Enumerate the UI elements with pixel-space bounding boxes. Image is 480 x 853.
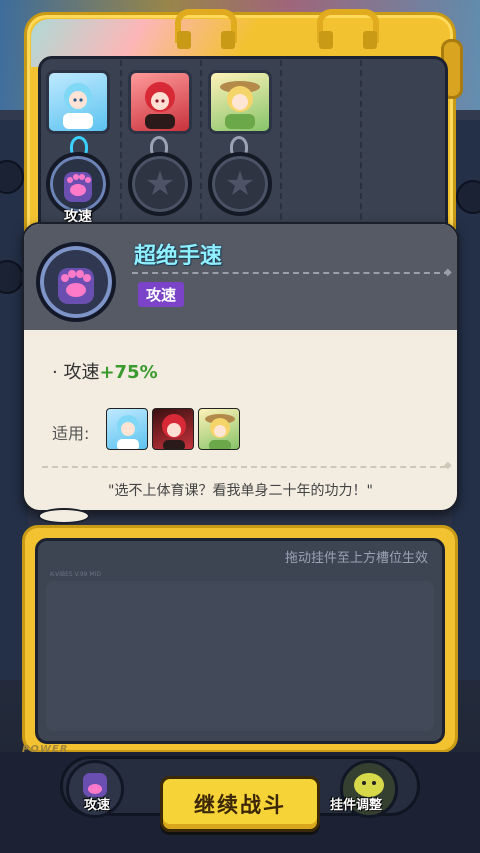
attack-speed-label: 攻速 [84,798,111,813]
divider [42,466,446,468]
divider-diamond-icon: ◆ [444,267,452,278]
charm-slot-3[interactable]: ★ [208,152,272,216]
blue-hair-girl-icon [106,408,148,450]
speech-bubble-tail [38,508,90,524]
divider-diamond-icon: ◆ [444,460,452,471]
charm-adjust-label: 挂件调整 [330,798,383,813]
red-hair-girl-icon[interactable] [128,70,192,134]
divider [132,272,450,274]
blonde-girl-icon [198,408,240,450]
star-icon: ★ [224,164,256,204]
storage-hint: 拖动挂件至上方槽位生效 [284,551,428,566]
popup-charm-icon [36,242,116,322]
blue-hair-girl-icon[interactable] [46,70,110,134]
charm-info-popup: 超绝手速 ◆ 攻速 · 攻速+75% 适用: ◆ "选不上体育课？看我单身二十年… [22,222,459,512]
continue-battle-button[interactable]: 继续战斗 [160,776,320,832]
stat-line: · 攻速+75% [52,358,158,384]
charm-storage-area[interactable]: 拖动挂件至上方槽位生效 K-VIBES V.99 MID [35,538,445,744]
stat-value: +75% [99,362,158,383]
stat-name: · 攻速 [52,362,100,383]
applies-icons [106,408,240,450]
blonde-girl-icon[interactable] [208,70,272,134]
bag-bottom-panel: 拖动挂件至上方槽位生效 K-VIBES V.99 MID [22,525,458,753]
popup-tag: 攻速 [138,282,185,307]
flavor-quote: "选不上体育课？看我单身二十年的功力！" [108,483,373,499]
cat-paw-icon [64,172,92,202]
background-button [0,160,24,194]
star-icon: ★ [144,164,176,204]
bag-handle-right [317,9,379,49]
background-button [456,180,480,214]
storage-inner [46,581,434,731]
bag-handle-left [175,9,237,49]
cat-paw-icon [58,268,94,304]
storage-small-text: K-VIBES V.99 MID [50,571,101,578]
charm-slot-2[interactable]: ★ [128,152,192,216]
applies-label: 适用: [52,424,90,443]
background-button [0,260,24,294]
red-hair-girl-icon [152,408,194,450]
popup-title: 超绝手速 [134,244,223,269]
